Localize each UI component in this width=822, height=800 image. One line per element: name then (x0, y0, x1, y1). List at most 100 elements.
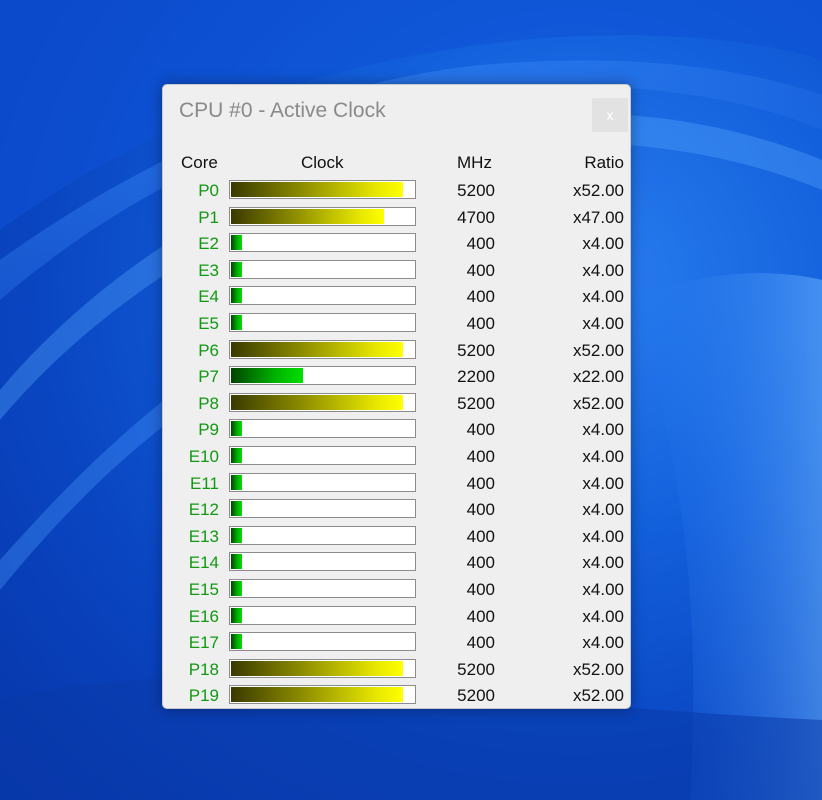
ratio-value: x4.00 (582, 287, 624, 307)
ratio-value: x4.00 (582, 420, 624, 440)
clock-bar-fill (231, 341, 403, 357)
clock-bar-fill (231, 527, 242, 543)
mhz-value: 5200 (457, 659, 495, 679)
mhz-value: 400 (466, 287, 495, 307)
core-row: P6 5200 x52.00 (163, 338, 630, 365)
mhz-value: 5200 (457, 686, 495, 706)
core-row: P18 5200 x52.00 (163, 657, 630, 684)
mhz-value: 400 (466, 526, 495, 546)
desktop-wallpaper: CPU #0 - Active Clock x Core Clock MHz R… (0, 0, 822, 800)
core-row: E10 400 x4.00 (163, 444, 630, 471)
ratio-value: x4.00 (582, 446, 624, 466)
window-title: CPU #0 - Active Clock (179, 99, 386, 122)
core-label: P1 (198, 207, 219, 227)
ratio-value: x4.00 (582, 579, 624, 599)
core-label: P0 (198, 181, 219, 200)
clock-bar-fill (231, 474, 242, 490)
core-label: P19 (188, 686, 219, 706)
core-row: E16 400 x4.00 (163, 604, 630, 631)
core-label: P9 (198, 420, 219, 440)
ratio-value: x4.00 (582, 260, 624, 280)
ratio-value: x22.00 (572, 367, 624, 387)
clock-bar (229, 445, 416, 465)
clock-bar-fill (231, 501, 242, 517)
core-label: E15 (188, 579, 219, 599)
core-row: E14 400 x4.00 (163, 550, 630, 577)
core-row: P9 400 x4.00 (163, 417, 630, 444)
ratio-value: x4.00 (582, 313, 624, 333)
core-row: E11 400 x4.00 (163, 471, 630, 498)
clock-bar (229, 339, 416, 359)
core-row: P7 2200 x22.00 (163, 364, 630, 391)
clock-bar (229, 552, 416, 572)
close-button[interactable]: x (592, 98, 628, 132)
clock-bar-fill (231, 607, 242, 623)
mhz-value: 400 (466, 313, 495, 333)
core-label: E3 (198, 260, 219, 280)
core-row: P19 5200 x52.00 (163, 683, 630, 708)
ratio-value: x52.00 (572, 340, 624, 360)
clock-bar-fill (231, 580, 242, 596)
core-row: E4 400 x4.00 (163, 284, 630, 311)
mhz-value: 400 (466, 420, 495, 440)
clock-bar (229, 685, 416, 705)
core-label: E17 (188, 633, 219, 653)
mhz-value: 5200 (457, 340, 495, 360)
ratio-value: x4.00 (582, 526, 624, 546)
ratio-value: x52.00 (572, 393, 624, 413)
ratio-value: x4.00 (582, 473, 624, 493)
mhz-value: 400 (466, 234, 495, 254)
clock-bar-fill (231, 235, 242, 251)
clock-bar-fill (231, 394, 403, 410)
ratio-value: x47.00 (572, 207, 624, 227)
clock-bar (229, 312, 416, 332)
clock-bar (229, 472, 416, 492)
window-titlebar[interactable]: CPU #0 - Active Clock x (163, 85, 630, 141)
core-row: E17 400 x4.00 (163, 630, 630, 657)
mhz-value: 2200 (457, 367, 495, 387)
ratio-value: x4.00 (582, 500, 624, 520)
core-label: E16 (188, 606, 219, 626)
clock-bar (229, 578, 416, 598)
mhz-value: 5200 (457, 181, 495, 200)
core-row: E5 400 x4.00 (163, 311, 630, 338)
ratio-value: x52.00 (572, 181, 624, 200)
clock-bar-fill (231, 660, 403, 676)
mhz-column-header: MHz (457, 153, 492, 172)
ratio-value: x52.00 (572, 659, 624, 679)
mhz-value: 5200 (457, 393, 495, 413)
clock-bar-fill (231, 447, 242, 463)
clock-column-header: Clock (301, 153, 344, 172)
mhz-value: 400 (466, 446, 495, 466)
clock-bar (229, 499, 416, 519)
clock-bar-fill (231, 288, 242, 304)
ratio-value: x4.00 (582, 234, 624, 254)
clock-bar (229, 180, 416, 199)
ratio-value: x4.00 (582, 633, 624, 653)
mhz-value: 400 (466, 606, 495, 626)
core-label: P7 (198, 367, 219, 387)
core-label: E11 (190, 473, 219, 493)
clock-bar (229, 605, 416, 625)
core-label: E4 (198, 287, 219, 307)
core-row: P8 5200 x52.00 (163, 391, 630, 418)
clock-bar-fill (231, 634, 242, 650)
mhz-value: 400 (466, 473, 495, 493)
mhz-value: 400 (466, 553, 495, 573)
core-label: E2 (198, 234, 219, 254)
core-row: P1 4700 x47.00 (163, 205, 630, 232)
mhz-value: 400 (466, 500, 495, 520)
active-clock-window: CPU #0 - Active Clock x Core Clock MHz R… (162, 84, 631, 709)
core-label: E12 (188, 500, 219, 520)
ratio-column-header: Ratio (584, 153, 624, 172)
core-label: E10 (188, 446, 219, 466)
clock-bar (229, 206, 416, 226)
clock-bar-fill (231, 421, 242, 437)
column-header: Core Clock MHz Ratio (163, 151, 630, 175)
core-label: E5 (198, 313, 219, 333)
clock-bar-fill (231, 261, 242, 277)
core-row: E12 400 x4.00 (163, 497, 630, 524)
ratio-value: x4.00 (582, 553, 624, 573)
clock-bar (229, 419, 416, 439)
core-row: P0 5200 x52.00 (163, 178, 630, 205)
